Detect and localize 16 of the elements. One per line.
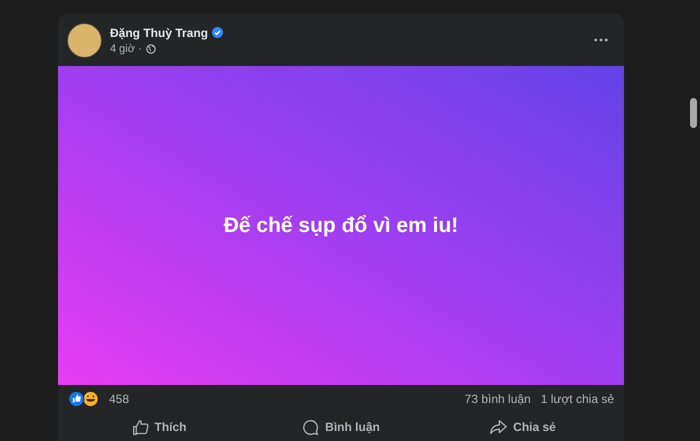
- share-arrow-icon: [490, 418, 508, 436]
- more-icon: [594, 38, 608, 42]
- share-button[interactable]: Chia sẻ: [432, 413, 614, 441]
- comment-count[interactable]: 73 bình luận: [464, 392, 531, 406]
- reaction-icons: [68, 391, 99, 407]
- like-button[interactable]: Thích: [68, 413, 250, 441]
- share-count[interactable]: 1 lượt chia sẻ: [540, 392, 614, 406]
- speech-bubble-icon: [302, 418, 320, 436]
- scrollbar-thumb[interactable]: [690, 98, 697, 128]
- post-text: Đế chế sụp đổ vì em iu!: [224, 214, 458, 238]
- reaction-count[interactable]: 458: [109, 392, 130, 406]
- thumbs-up-icon: [132, 418, 148, 436]
- avatar[interactable]: [67, 22, 102, 58]
- comment-button[interactable]: Bình luận: [250, 413, 432, 441]
- author-name[interactable]: Đặng Thuỳ Trang: [110, 26, 208, 40]
- post-time[interactable]: 4 giờ ·: [110, 42, 142, 54]
